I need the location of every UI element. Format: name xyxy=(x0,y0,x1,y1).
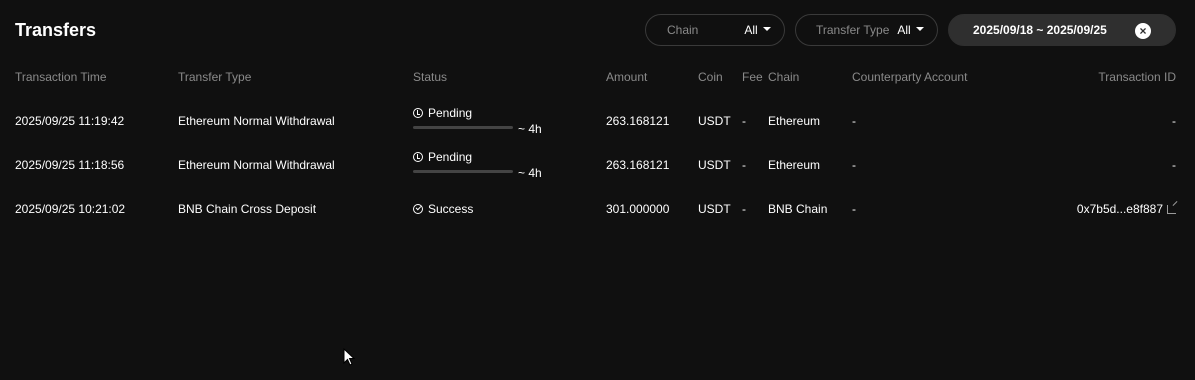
row-amount: 263.168121 xyxy=(606,114,670,128)
header-transfer-type: Transfer Type xyxy=(178,70,252,84)
row-amount: 263.168121 xyxy=(606,158,670,172)
row-time: 2025/09/25 11:19:42 xyxy=(15,114,125,128)
row-fee: - xyxy=(742,202,746,216)
eta-text: ~ 4h xyxy=(518,122,542,136)
header-transaction-time: Transaction Time xyxy=(15,70,107,84)
row-chain: Ethereum xyxy=(768,114,821,128)
row-status: Pending xyxy=(413,150,472,164)
transfer-type-filter-value: All xyxy=(897,23,911,37)
header-counterparty: Counterparty Account xyxy=(852,70,968,84)
row-chain: BNB Chain xyxy=(768,202,828,216)
header-status: Status xyxy=(413,70,448,84)
transfer-type-filter-label: Transfer Type xyxy=(816,23,890,37)
row-transfer-type: BNB Chain Cross Deposit xyxy=(178,202,317,216)
row-counterparty: - xyxy=(852,202,856,216)
transfer-type-filter[interactable]: Transfer Type All xyxy=(795,14,938,46)
row-time: 2025/09/25 10:21:02 xyxy=(15,202,126,216)
caret-down-icon xyxy=(762,27,771,31)
row-transaction-id[interactable]: 0x7b5d...e8f887 xyxy=(1077,202,1176,216)
row-status: Pending xyxy=(413,106,472,120)
chain-filter-value: All xyxy=(744,23,758,37)
date-range-value: 2025/09/18 ~ 2025/09/25 xyxy=(973,23,1107,37)
row-time: 2025/09/25 11:18:56 xyxy=(15,158,125,172)
row-amount: 301.000000 xyxy=(606,202,670,216)
caret-down-icon xyxy=(915,27,924,31)
date-range-filter[interactable]: 2025/09/18 ~ 2025/09/25 × xyxy=(948,14,1176,46)
row-fee: - xyxy=(742,158,746,172)
row-transfer-type: Ethereum Normal Withdrawal xyxy=(178,158,335,172)
row-coin: USDT xyxy=(698,202,731,216)
transaction-id-link[interactable]: 0x7b5d...e8f887 xyxy=(1077,202,1163,216)
progress-bar xyxy=(413,126,513,129)
clock-icon xyxy=(413,152,423,162)
row-transaction-id: - xyxy=(1172,114,1176,128)
row-counterparty: - xyxy=(852,158,856,172)
page-title: Transfers xyxy=(15,20,97,40)
external-link-icon[interactable] xyxy=(1167,204,1176,214)
chain-filter[interactable]: Chain All xyxy=(645,14,785,46)
status-text: Success xyxy=(428,202,474,216)
eta-text: ~ 4h xyxy=(518,166,542,180)
row-coin: USDT xyxy=(698,158,731,172)
header-fee: Fee xyxy=(742,70,763,84)
chain-filter-label: Chain xyxy=(667,23,699,37)
row-status: Success xyxy=(413,202,473,216)
check-circle-icon xyxy=(413,204,423,214)
header-amount: Amount xyxy=(606,70,648,84)
mouse-cursor xyxy=(343,348,355,366)
row-transfer-type: Ethereum Normal Withdrawal xyxy=(178,114,335,128)
status-text: Pending xyxy=(428,150,473,164)
row-fee: - xyxy=(742,114,746,128)
status-text: Pending xyxy=(428,106,473,120)
header-transaction-id: Transaction ID xyxy=(1098,70,1176,84)
row-chain: Ethereum xyxy=(768,158,821,172)
clear-icon[interactable]: × xyxy=(1135,23,1151,39)
progress-bar xyxy=(413,170,513,173)
row-transaction-id: - xyxy=(1172,158,1176,172)
row-coin: USDT xyxy=(698,114,731,128)
header-coin: Coin xyxy=(698,70,723,84)
row-counterparty: - xyxy=(852,114,856,128)
clock-icon xyxy=(413,108,423,118)
header-chain: Chain xyxy=(768,70,800,84)
